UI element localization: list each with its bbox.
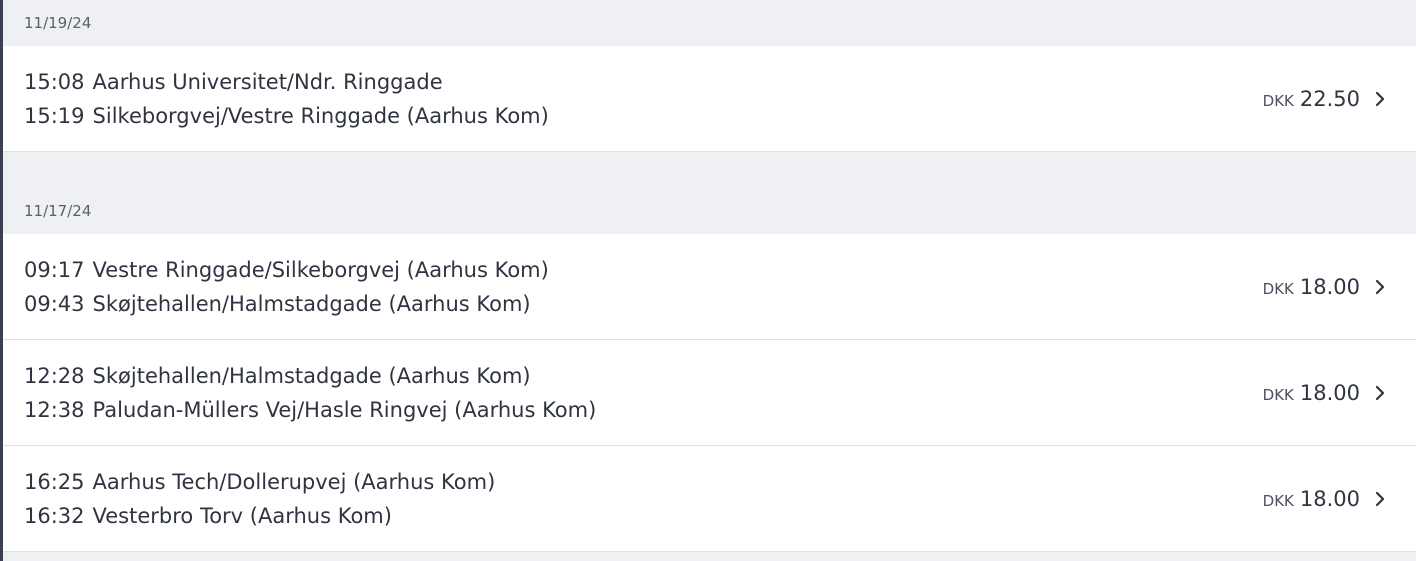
departure-time: 16:25 xyxy=(24,469,85,494)
date-label: 11/17/24 xyxy=(24,202,92,220)
chevron-right-icon xyxy=(1370,489,1390,509)
departure-line: 09:17 Vestre Ringgade/Silkeborgvej (Aarhu… xyxy=(24,257,549,283)
arrival-line: 09:43 Skøjtehallen/Halmstadgade (Aarhus K… xyxy=(24,291,549,317)
departure-stop: Skøjtehallen/Halmstadgade (Aarhus Kom) xyxy=(92,363,531,388)
departure-line: 12:28 Skøjtehallen/Halmstadgade (Aarhus K… xyxy=(24,363,596,389)
departure-line: 16:25 Aarhus Tech/Dollerupvej (Aarhus Kom… xyxy=(24,469,495,495)
trip-price: DKK 22.50 xyxy=(1263,87,1390,111)
trip-stops: 15:08 Aarhus Universitet/Ndr. Ringgade 15… xyxy=(24,69,549,129)
chevron-right-icon xyxy=(1370,89,1390,109)
date-header: 11/17/24 xyxy=(3,188,1416,234)
price-amount: 18.00 xyxy=(1299,380,1360,405)
arrival-time: 15:19 xyxy=(24,103,85,128)
price-amount: 18.00 xyxy=(1299,486,1360,511)
group-spacer xyxy=(3,152,1416,188)
price-amount: 22.50 xyxy=(1299,86,1360,111)
date-label: 11/19/24 xyxy=(24,14,92,32)
trip-row[interactable]: 15:08 Aarhus Universitet/Ndr. Ringgade 15… xyxy=(3,46,1416,152)
arrival-stop: Paludan-Müllers Vej/Hasle Ringvej (Aarhu… xyxy=(92,397,597,422)
date-header: 11/19/24 xyxy=(3,0,1416,46)
departure-time: 12:28 xyxy=(24,363,85,388)
trip-history-list: 11/19/24 15:08 Aarhus Universitet/Ndr. Ri… xyxy=(3,0,1416,552)
trip-stops: 12:28 Skøjtehallen/Halmstadgade (Aarhus K… xyxy=(24,363,596,423)
trip-row[interactable]: 16:25 Aarhus Tech/Dollerupvej (Aarhus Kom… xyxy=(3,446,1416,552)
arrival-stop: Skøjtehallen/Halmstadgade (Aarhus Kom) xyxy=(92,291,531,316)
trip-price: DKK 18.00 xyxy=(1263,381,1390,405)
departure-stop: Vestre Ringgade/Silkeborgvej (Aarhus Kom… xyxy=(92,257,549,282)
arrival-line: 16:32 Vesterbro Torv (Aarhus Kom) xyxy=(24,503,495,529)
departure-time: 15:08 xyxy=(24,69,85,94)
arrival-time: 09:43 xyxy=(24,291,85,316)
arrival-line: 15:19 Silkeborgvej/Vestre Ringgade (Aarhu… xyxy=(24,103,549,129)
departure-stop: Aarhus Tech/Dollerupvej (Aarhus Kom) xyxy=(92,469,496,494)
departure-line: 15:08 Aarhus Universitet/Ndr. Ringgade xyxy=(24,69,549,95)
arrival-stop: Silkeborgvej/Vestre Ringgade (Aarhus Kom… xyxy=(92,103,549,128)
price-currency: DKK xyxy=(1262,91,1294,110)
arrival-stop: Vesterbro Torv (Aarhus Kom) xyxy=(92,503,392,528)
trip-stops: 16:25 Aarhus Tech/Dollerupvej (Aarhus Kom… xyxy=(24,469,495,529)
price-currency: DKK xyxy=(1262,491,1294,510)
departure-time: 09:17 xyxy=(24,257,85,282)
price-currency: DKK xyxy=(1262,385,1294,404)
trip-price: DKK 18.00 xyxy=(1263,275,1390,299)
chevron-right-icon xyxy=(1370,383,1390,403)
trip-row[interactable]: 12:28 Skøjtehallen/Halmstadgade (Aarhus K… xyxy=(3,340,1416,446)
arrival-time: 12:38 xyxy=(24,397,85,422)
chevron-right-icon xyxy=(1370,277,1390,297)
trip-stops: 09:17 Vestre Ringgade/Silkeborgvej (Aarhu… xyxy=(24,257,549,317)
arrival-line: 12:38 Paludan-Müllers Vej/Hasle Ringvej (… xyxy=(24,397,596,423)
departure-stop: Aarhus Universitet/Ndr. Ringgade xyxy=(92,69,443,94)
trip-price: DKK 18.00 xyxy=(1263,487,1390,511)
trip-row[interactable]: 09:17 Vestre Ringgade/Silkeborgvej (Aarhu… xyxy=(3,234,1416,340)
arrival-time: 16:32 xyxy=(24,503,85,528)
price-currency: DKK xyxy=(1262,279,1294,298)
price-amount: 18.00 xyxy=(1299,274,1360,299)
